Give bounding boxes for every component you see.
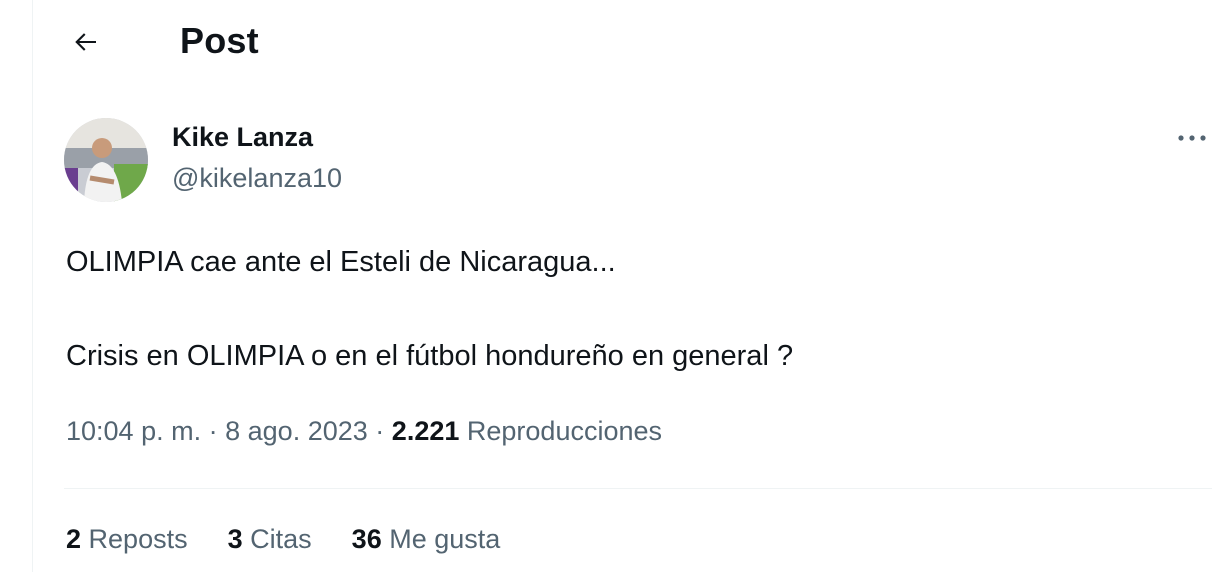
reposts-label: Reposts	[88, 524, 188, 554]
views-count: 2.221	[391, 416, 460, 446]
post-time[interactable]: 10:04 p. m.	[66, 416, 201, 446]
quotes-label: Citas	[250, 524, 312, 554]
more-options-button[interactable]	[1170, 118, 1214, 158]
likes-count: 36	[351, 524, 382, 554]
engagement-stats: 2 Reposts 3 Citas 36 Me gusta	[66, 524, 540, 555]
avatar[interactable]	[64, 118, 148, 202]
author-name[interactable]: Kike Lanza	[172, 122, 313, 153]
post-date[interactable]: 8 ago. 2023	[225, 416, 368, 446]
likes-stat[interactable]: 36 Me gusta	[352, 524, 501, 555]
divider	[64, 488, 1212, 489]
arrow-left-icon	[75, 33, 96, 51]
likes-label: Me gusta	[389, 524, 501, 554]
post-header: Post	[0, 0, 1224, 86]
back-button[interactable]	[66, 22, 106, 62]
post-meta: 10:04 p. m. · 8 ago. 2023 · 2.221 Reprod…	[66, 416, 662, 447]
quotes-stat[interactable]: 3 Citas	[228, 524, 312, 555]
meta-separator: ·	[375, 416, 385, 446]
reposts-stat[interactable]: 2 Reposts	[66, 524, 188, 555]
quotes-count: 3	[227, 524, 243, 554]
reposts-count: 2	[66, 524, 82, 554]
avatar-image	[64, 118, 148, 202]
page-title: Post	[180, 20, 259, 61]
post-text-line-1: OLIMPIA cae ante el Esteli de Nicaragua.…	[66, 246, 616, 278]
meta-separator: ·	[208, 416, 218, 446]
views-label: Reproducciones	[466, 416, 663, 446]
post-text-line-2: Crisis en OLIMPIA o en el fútbol hondure…	[66, 340, 794, 372]
author-handle[interactable]: @kikelanza10	[172, 163, 342, 194]
more-horizontal-icon	[1178, 135, 1206, 141]
